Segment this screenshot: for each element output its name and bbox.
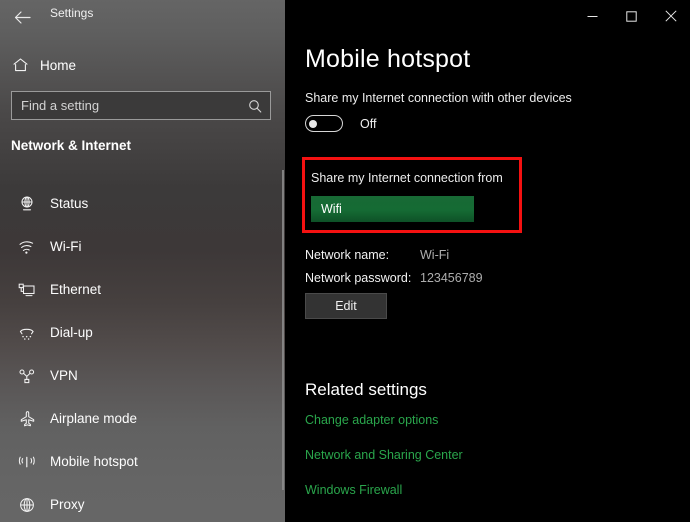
page-title: Mobile hotspot <box>305 45 471 73</box>
share-connection-label: Share my Internet connection with other … <box>305 91 572 105</box>
sidebar-item-vpn[interactable]: VPN <box>0 354 285 397</box>
network-password-value: 123456789 <box>420 271 483 285</box>
toggle-state-label: Off <box>360 116 377 131</box>
network-name-value: Wi-Fi <box>420 248 450 262</box>
app-title: Settings <box>50 6 94 20</box>
link-change-adapter-options[interactable]: Change adapter options <box>305 413 438 427</box>
sidebar-nav: Status Wi-Fi Ethernet Dial-up VPN Airpla… <box>0 182 285 522</box>
airplane-icon <box>12 410 42 428</box>
sidebar-item-label: Ethernet <box>50 282 102 297</box>
share-from-label: Share my Internet connection from <box>311 171 503 185</box>
network-name-label: Network name: <box>305 248 390 262</box>
close-button[interactable] <box>651 0 690 32</box>
network-password-row: Network password: 123456789 <box>305 271 483 285</box>
share-source-highlight-box: Share my Internet connection from Wifi <box>302 157 522 233</box>
sidebar-section-title: Network & Internet <box>11 138 132 153</box>
sidebar-item-label: Status <box>50 196 89 211</box>
status-globe-icon <box>12 195 42 213</box>
sidebar-item-label: Dial-up <box>50 325 93 340</box>
sidebar-item-dialup[interactable]: Dial-up <box>0 311 285 354</box>
share-connection-toggle-row: Off <box>305 115 376 132</box>
home-icon <box>0 57 40 73</box>
sidebar-item-home[interactable]: Home <box>0 50 285 80</box>
vpn-icon <box>12 368 42 384</box>
sidebar-item-status[interactable]: Status <box>0 182 285 225</box>
back-arrow-icon[interactable] <box>8 4 36 30</box>
search-box[interactable] <box>11 91 271 120</box>
share-source-dropdown[interactable]: Wifi <box>311 196 474 222</box>
wifi-icon <box>12 239 42 255</box>
link-windows-firewall[interactable]: Windows Firewall <box>305 483 402 497</box>
sidebar: Settings Home Network & Internet <box>0 0 285 522</box>
network-password-label: Network password: <box>305 271 412 285</box>
sidebar-item-label: Airplane mode <box>50 411 138 426</box>
maximize-button[interactable] <box>612 0 651 32</box>
sidebar-item-mobile-hotspot[interactable]: Mobile hotspot <box>0 440 285 483</box>
sidebar-item-label: Mobile hotspot <box>50 454 138 469</box>
sidebar-item-proxy[interactable]: Proxy <box>0 483 285 522</box>
search-icon[interactable] <box>240 99 270 113</box>
sidebar-item-ethernet[interactable]: Ethernet <box>0 268 285 311</box>
toggle-knob <box>309 119 317 128</box>
proxy-globe-icon <box>12 496 42 514</box>
edit-button[interactable]: Edit <box>305 293 387 319</box>
window-controls <box>573 0 690 32</box>
sidebar-item-wifi[interactable]: Wi-Fi <box>0 225 285 268</box>
minimize-button[interactable] <box>573 0 612 32</box>
share-connection-toggle[interactable] <box>305 115 343 132</box>
sidebar-scrollbar[interactable] <box>282 170 284 490</box>
share-source-selected-value: Wifi <box>321 202 342 216</box>
sidebar-item-label: VPN <box>50 368 78 383</box>
ethernet-icon <box>12 282 42 298</box>
sidebar-titlebar: Settings <box>0 0 285 34</box>
related-settings-title: Related settings <box>305 380 427 399</box>
settings-window: Settings Home Network & Internet <box>0 0 690 522</box>
mobile-hotspot-icon <box>12 454 42 470</box>
link-network-and-sharing-center[interactable]: Network and Sharing Center <box>305 448 463 462</box>
search-input[interactable] <box>12 98 240 113</box>
sidebar-item-label: Home <box>40 57 77 73</box>
sidebar-item-label: Wi-Fi <box>50 239 82 254</box>
main-content: Mobile hotspot Share my Internet connect… <box>285 0 690 522</box>
network-name-row: Network name: Wi-Fi <box>305 248 449 262</box>
dialup-icon <box>12 325 42 341</box>
sidebar-item-label: Proxy <box>50 497 85 512</box>
sidebar-item-airplane-mode[interactable]: Airplane mode <box>0 397 285 440</box>
